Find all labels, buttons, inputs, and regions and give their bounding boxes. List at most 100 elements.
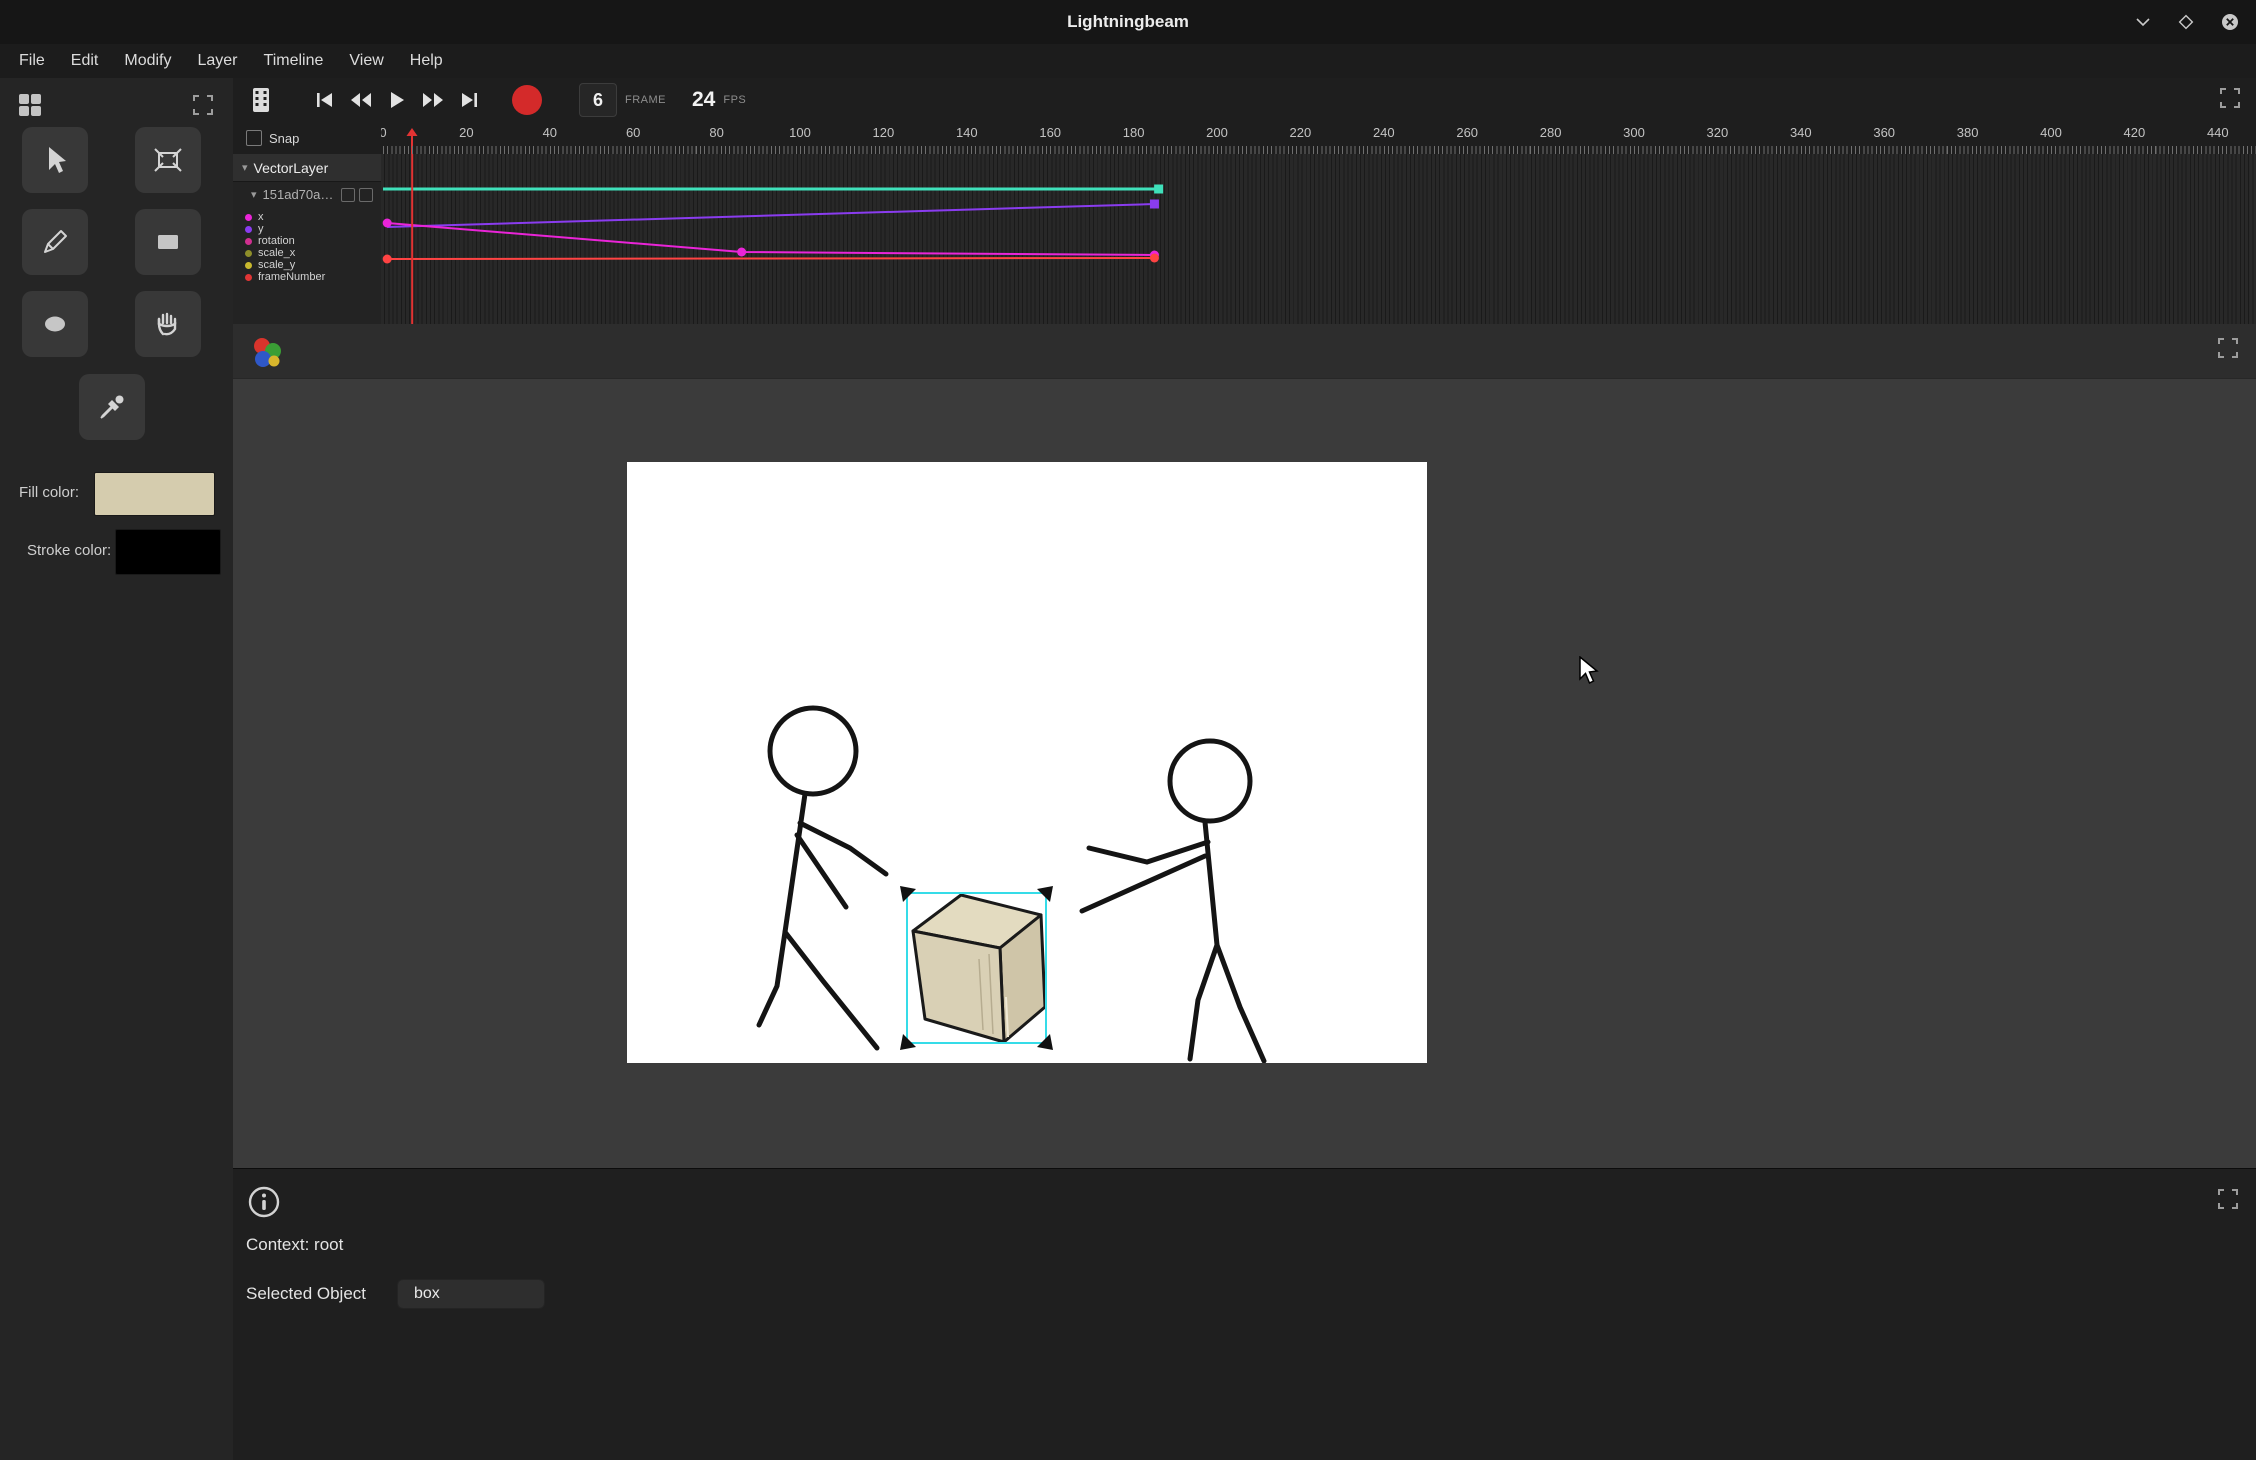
ruler-label: 200 — [1206, 125, 1228, 140]
cursor-icon — [38, 143, 72, 177]
hand-tool-button[interactable] — [135, 291, 201, 357]
ruler-label: 240 — [1373, 125, 1395, 140]
canvas-area — [233, 324, 2256, 1168]
scene-color-logo-icon[interactable] — [247, 333, 285, 371]
property-row-y[interactable]: y — [245, 223, 381, 235]
property-color-dot — [245, 226, 252, 233]
snap-label: Snap — [269, 131, 299, 146]
property-color-dot — [245, 274, 252, 281]
minimize-icon[interactable] — [2134, 16, 2152, 28]
property-row-frameNumber[interactable]: frameNumber — [245, 271, 381, 283]
panel-expand-button[interactable] — [183, 85, 223, 125]
select-tool-button[interactable] — [22, 127, 88, 193]
menu-item-layer[interactable]: Layer — [184, 48, 250, 74]
eyedropper-tool-button[interactable] — [79, 374, 145, 440]
ruler-label: 40 — [543, 125, 557, 140]
film-roll-button[interactable] — [243, 82, 279, 118]
rectangle-tool-button[interactable] — [135, 209, 201, 275]
menu-item-modify[interactable]: Modify — [111, 48, 184, 74]
stick-figure-left — [759, 708, 886, 1048]
ruler-label: 140 — [956, 125, 978, 140]
fill-color-swatch[interactable] — [94, 472, 215, 516]
stroke-color-swatch[interactable] — [115, 529, 221, 575]
film-icon — [251, 87, 271, 113]
curve-frameNumber-curve — [387, 258, 1154, 259]
canvas-expand-button[interactable] — [2216, 336, 2240, 365]
menu-item-view[interactable]: View — [336, 48, 396, 74]
snap-checkbox[interactable] — [246, 130, 262, 146]
keyframe-dot — [383, 255, 392, 264]
context-text: Context: root — [246, 1235, 343, 1255]
keyframe-track-area[interactable] — [381, 154, 2256, 324]
curve-x-curve — [387, 223, 1154, 255]
close-icon[interactable] — [2220, 12, 2240, 32]
snap-control: Snap — [233, 122, 381, 154]
info-expand-button[interactable] — [2216, 1187, 2240, 1216]
fast-forward-button[interactable] — [415, 82, 451, 118]
stage-canvas[interactable] — [627, 462, 1427, 1063]
caret-down-icon[interactable]: ▾ — [251, 188, 257, 201]
property-name: frameNumber — [258, 271, 325, 283]
keyframe-square — [1150, 200, 1159, 209]
fps-value[interactable]: 24 — [692, 88, 715, 112]
ruler-label: 80 — [709, 125, 723, 140]
frame-ruler[interactable]: 0204060801001201401601802002202402602803… — [381, 122, 2256, 154]
property-name: rotation — [258, 235, 295, 247]
tool-grid-button[interactable] — [10, 85, 50, 125]
expand-icon — [2218, 86, 2242, 110]
clip-toggles — [341, 188, 373, 202]
record-icon — [510, 83, 544, 117]
menu-item-timeline[interactable]: Timeline — [251, 48, 337, 74]
skip-start-button[interactable] — [307, 82, 343, 118]
frame-number-display[interactable]: 6 — [579, 83, 617, 117]
property-row-x[interactable]: x — [245, 211, 381, 223]
property-row-rotation[interactable]: rotation — [245, 235, 381, 247]
expand-icon — [2216, 1187, 2240, 1211]
skip-start-icon — [315, 91, 335, 109]
expand-icon — [2216, 336, 2240, 360]
property-name: scale_y — [258, 259, 295, 271]
keyframe-square — [1154, 185, 1163, 194]
property-row-scale_y[interactable]: scale_y — [245, 259, 381, 271]
pencil-tool-button[interactable] — [22, 209, 88, 275]
info-icon — [245, 1183, 283, 1221]
pencil-icon — [38, 225, 72, 259]
ruler-label: 280 — [1540, 125, 1562, 140]
skip-end-button[interactable] — [451, 82, 487, 118]
property-name: y — [258, 223, 264, 235]
ellipse-tool-button[interactable] — [22, 291, 88, 357]
ruler-label: 380 — [1957, 125, 1979, 140]
timeline-content: ▾ VectorLayer ▾ 151ad70a… xyrotationscal… — [233, 154, 2256, 324]
box-object[interactable] — [913, 895, 1045, 1042]
selected-object-field[interactable]: box — [397, 1279, 545, 1309]
skip-end-icon — [459, 91, 479, 109]
selected-object-row: Selected Object box — [246, 1279, 545, 1309]
info-panel: Context: root Selected Object box — [233, 1168, 2256, 1460]
menu-item-help[interactable]: Help — [397, 48, 456, 74]
property-color-dot — [245, 262, 252, 269]
property-row-scale_x[interactable]: scale_x — [245, 247, 381, 259]
timeline-ruler-row: Snap 02040608010012014016018020022024026… — [233, 122, 2256, 154]
menu-item-edit[interactable]: Edit — [58, 48, 112, 74]
menu-item-file[interactable]: File — [6, 48, 58, 74]
caret-down-icon[interactable]: ▾ — [242, 161, 248, 174]
playhead-marker[interactable] — [405, 126, 419, 154]
timeline-expand-button[interactable] — [2218, 86, 2242, 115]
visibility-toggle[interactable] — [341, 188, 355, 202]
transform-tool-button[interactable] — [135, 127, 201, 193]
clip-row[interactable]: ▾ 151ad70a… — [233, 182, 381, 207]
record-button[interactable] — [509, 82, 545, 118]
timeline-panel: 6 FRAME 24 FPS Snap 02040608010012014016… — [233, 78, 2256, 325]
stroke-color-label: Stroke color: — [27, 542, 111, 559]
ruler-label: 100 — [789, 125, 811, 140]
keyframe-curves — [381, 154, 2256, 324]
canvas-header — [233, 324, 2256, 379]
info-button[interactable] — [245, 1183, 283, 1226]
maximize-icon[interactable] — [2178, 14, 2194, 30]
rewind-button[interactable] — [343, 82, 379, 118]
layer-row[interactable]: ▾ VectorLayer — [233, 154, 381, 182]
lock-toggle[interactable] — [359, 188, 373, 202]
layer-name: VectorLayer — [254, 160, 329, 176]
ruler-label: 60 — [626, 125, 640, 140]
play-button[interactable] — [379, 82, 415, 118]
